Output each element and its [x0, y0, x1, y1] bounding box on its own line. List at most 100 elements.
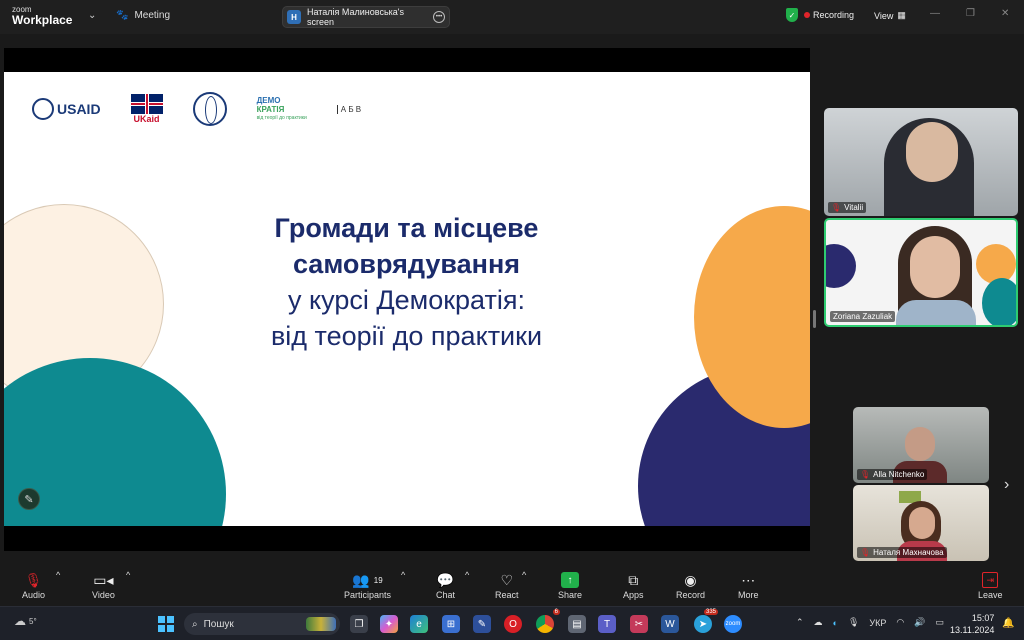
demo-line2: КРАТІЯ	[256, 104, 285, 114]
sharer-avatar: Н	[287, 10, 301, 24]
search-icon: ⌕	[192, 618, 198, 630]
participants-button[interactable]: 👥 19 Participants	[344, 570, 392, 601]
apps-button[interactable]: ⧉ Apps	[623, 570, 644, 601]
video-options-caret-icon[interactable]: ^	[126, 570, 130, 580]
telegram-icon[interactable]: ➤ 335	[694, 609, 718, 633]
participant-name-tag: 🎙 Наталя Махначова	[857, 547, 947, 558]
participants-options-caret-icon[interactable]: ^	[401, 570, 405, 580]
temperature: 5°	[29, 616, 37, 626]
leave-button[interactable]: ⇥ Leave	[978, 570, 1003, 600]
close-icon[interactable]: ✕	[1001, 8, 1009, 19]
video-tile[interactable]: 🎙 Наталя Махначова	[853, 485, 989, 561]
react-button[interactable]: ♡ React	[495, 570, 519, 601]
title-line1: Громади та місцеве	[274, 213, 539, 243]
audio-options-caret-icon[interactable]: ^	[56, 570, 60, 580]
share-button[interactable]: ↑ Share	[558, 570, 582, 600]
cloud-icon: ☁	[14, 614, 26, 628]
video-button[interactable]: ▭◂ Video	[92, 570, 115, 601]
recording-status[interactable]: ✓ Recording	[786, 8, 854, 22]
abv-text: А Б В	[340, 104, 362, 114]
video-tile-active-speaker[interactable]: Zoriana Zazuliak	[824, 218, 1018, 327]
demo-line1: ДЕМО	[256, 95, 281, 105]
usaid-text: USAID	[57, 101, 101, 117]
windows-start-icon[interactable]	[158, 616, 174, 632]
video-tile[interactable]: 🎙 Alla Nitchenko	[853, 407, 989, 483]
microsoft-store-icon[interactable]: ⊞	[442, 615, 460, 633]
wifi-icon[interactable]: ◠	[896, 617, 904, 628]
panel-resize-handle[interactable]	[813, 310, 816, 328]
participant-name: Vitalii	[844, 203, 864, 212]
leave-door-icon: ⇥	[982, 570, 999, 590]
chat-options-caret-icon[interactable]: ^	[465, 570, 469, 580]
restore-icon[interactable]: ❐	[966, 8, 975, 19]
slide-title: Громади та місцеве самоврядування у курс…	[184, 210, 629, 354]
clock[interactable]: 15:07 13.11.2024	[950, 612, 994, 636]
record-icon: ◉	[684, 571, 697, 588]
participant-name: Alla Nitchenko	[873, 470, 925, 479]
task-view-icon[interactable]: ❐	[350, 615, 368, 633]
participant-name-tag: 🎙 Alla Nitchenko	[857, 469, 928, 480]
participant-face	[909, 507, 935, 539]
recording-label: Recording	[813, 10, 855, 20]
mic-off-icon: 🎙	[831, 203, 842, 212]
tray-app-icon[interactable]: ◐	[833, 618, 838, 628]
screen-share-label: Наталія Малиновська's screen	[306, 7, 404, 27]
chrome-badge: 6	[552, 609, 560, 615]
participants-label: Participants	[344, 590, 392, 600]
notification-bell-icon[interactable]: 🔔	[1002, 618, 1014, 629]
shared-screen[interactable]: USAID UKaid ДЕМО КРАТІЯ від теорії до пр…	[4, 48, 810, 551]
video-tile[interactable]: 🎙 Vitalii	[824, 108, 1018, 216]
minimize-icon[interactable]: —	[930, 8, 940, 19]
microphone-icon[interactable]: 🎙	[848, 617, 859, 628]
title-line2: самоврядування	[292, 249, 521, 279]
taskbar-search[interactable]: ⌕ Пошук	[184, 613, 340, 635]
teams-icon[interactable]: T	[598, 615, 616, 633]
democracy-logo: ДЕМО КРАТІЯ від теорії до практики	[257, 96, 307, 123]
audio-label: Audio	[22, 590, 46, 600]
copilot-icon[interactable]: ✦	[380, 615, 398, 633]
os-taskbar: ☁ 5° ⌕ Пошук ❐ ✦ e ⊞ ✎ O 6 ▤ T ✂ W ➤ 335 …	[0, 606, 1024, 640]
demo-line3: від теорії до практики	[256, 114, 307, 121]
annotate-pencil-icon[interactable]: ✎	[18, 488, 40, 510]
mic-off-icon: 🎙	[860, 470, 871, 479]
chrome-browser-icon[interactable]: 6	[536, 609, 560, 633]
zoom-logo[interactable]: zoom Workplace	[12, 4, 72, 26]
snipping-tool-icon[interactable]: ✂	[630, 615, 648, 633]
volume-icon[interactable]: 🔊	[914, 617, 925, 628]
screen-share-indicator[interactable]: Н Наталія Малиновська's screen •••	[282, 6, 450, 28]
zoom-window: zoom Workplace ⌄ 🐾 Meeting Н Наталія Мал…	[0, 0, 1024, 640]
chevron-up-icon[interactable]: ⌃	[796, 617, 804, 628]
system-tray: ⌃ ☁ ◐ 🎙 УКР ◠ 🔊 ▭	[796, 617, 944, 628]
more-button[interactable]: ⋯ More	[738, 570, 759, 601]
edge-browser-icon[interactable]: e	[410, 615, 428, 633]
battery-icon[interactable]: ▭	[935, 617, 944, 628]
participants-icon: 👥 19	[352, 571, 383, 588]
opera-browser-icon[interactable]: O	[504, 615, 522, 633]
more-options-icon[interactable]: •••	[433, 11, 446, 23]
word-icon[interactable]: W	[661, 615, 679, 633]
weather-widget[interactable]: ☁ 5°	[14, 614, 37, 628]
cloud-sync-icon[interactable]: ☁	[814, 617, 823, 628]
shield-check-icon: ✓	[786, 8, 798, 22]
chat-button[interactable]: 💬 Chat	[436, 570, 455, 601]
view-button[interactable]: View ▦	[874, 10, 906, 21]
audio-button[interactable]: 🎙 Audio	[22, 570, 46, 601]
pen-app-icon[interactable]: ✎	[473, 615, 491, 633]
time: 15:07	[971, 613, 995, 623]
meeting-info[interactable]: 🐾 Meeting	[116, 10, 170, 21]
chevron-down-icon[interactable]: ⌄	[88, 10, 96, 21]
title-line3: у курсі Демократія:	[288, 285, 525, 315]
search-placeholder: Пошук	[203, 618, 234, 630]
files-app-icon[interactable]: ▤	[568, 615, 586, 633]
react-options-caret-icon[interactable]: ^	[522, 570, 526, 580]
next-page-chevron-icon[interactable]: ›	[1004, 476, 1009, 494]
language-indicator[interactable]: УКР	[869, 618, 886, 628]
participant-name: Zoriana Zazuliak	[833, 312, 893, 321]
record-button[interactable]: ◉ Record	[676, 570, 705, 601]
react-label: React	[495, 590, 519, 600]
ukaid-logo: UKaid	[130, 94, 163, 124]
zoom-app-icon[interactable]: zoom	[724, 615, 742, 633]
share-screen-icon: ↑	[561, 570, 580, 590]
participant-face	[906, 122, 958, 182]
more-dots-icon: ⋯	[741, 571, 756, 588]
